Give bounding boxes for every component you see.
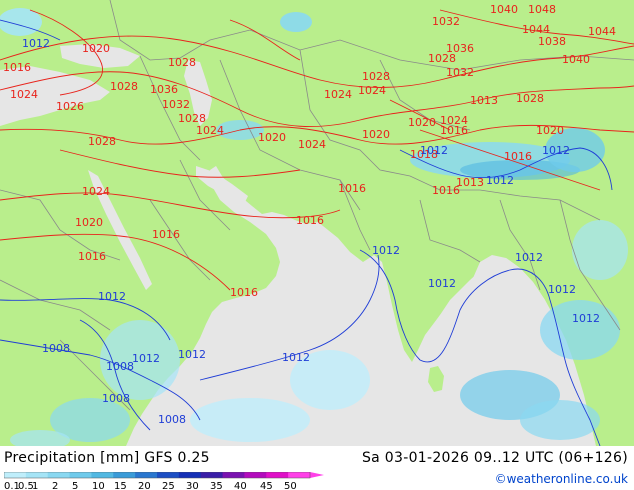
- isobar-label: 1028: [516, 92, 544, 105]
- isobar-label: 1008: [42, 342, 70, 355]
- colorbar-swatch: [266, 472, 289, 478]
- colorbar-tick-label: 10: [92, 481, 105, 490]
- isobar-label: 1040: [490, 3, 518, 16]
- isobar-label: 1044: [588, 25, 616, 38]
- product-title: Precipitation [mm] GFS 0.25: [4, 450, 210, 466]
- isobar-label: 1013: [456, 176, 484, 189]
- isobar-label: 1020: [75, 216, 103, 229]
- isobar-label: 1013: [470, 94, 498, 107]
- isobar-label: 1032: [432, 15, 460, 28]
- colorbar-tick-label: 35: [210, 481, 223, 490]
- isobar-label: 1028: [362, 70, 390, 83]
- isobar-label: 1016: [78, 250, 106, 263]
- isobar-label: 1008: [102, 392, 130, 405]
- colorbar-swatch: [244, 472, 267, 478]
- colorbar-swatch: [25, 472, 49, 478]
- isobar-label: 1028: [168, 56, 196, 69]
- isobar-label: 1020: [362, 128, 390, 141]
- colorbar-swatch: [222, 472, 245, 478]
- colorbar-swatch: [178, 472, 202, 478]
- weather-map: 1012 1020 1016 1028 1028 1036 1024 1026 …: [0, 0, 634, 446]
- isobar-label: 1024: [324, 88, 352, 101]
- colorbar-swatch: [47, 472, 71, 478]
- isobar-label: 1032: [162, 98, 190, 111]
- isobar-label: 1016: [504, 150, 532, 163]
- isobar-label: 1016: [230, 286, 258, 299]
- isobar-label: 1012: [98, 290, 126, 303]
- colorbar-tick-label: 2: [52, 481, 58, 490]
- isobar-label: 1024: [82, 185, 110, 198]
- colorbar-swatches: [4, 472, 324, 479]
- colorbar-tick-label: 50: [284, 481, 297, 490]
- colorbar-swatch: [200, 472, 224, 478]
- isobar-label: 1008: [158, 413, 186, 426]
- isobar-label: 1016: [152, 228, 180, 241]
- colorbar-tick-label: 30: [186, 481, 199, 490]
- isobar-label: 1036: [150, 83, 178, 96]
- colorbar-swatch: [113, 472, 136, 478]
- isobar-label: 1012: [178, 348, 206, 361]
- isobar-label: 1012: [132, 352, 160, 365]
- colorbar-tick-label: 15: [114, 481, 127, 490]
- isobar-label: 1020: [258, 131, 286, 144]
- colorbar-tick-label: 1: [32, 481, 38, 490]
- map-footer: Precipitation [mm] GFS 0.25 Sa 03-01-202…: [0, 446, 634, 490]
- colorbar-swatch: [288, 472, 311, 478]
- colorbar-swatch: [69, 472, 92, 478]
- isobar-label: 1016: [440, 124, 468, 137]
- isobar-label: 1012: [542, 144, 570, 157]
- isobar-label: 1024: [10, 88, 38, 101]
- precipitation-colorbar: 0.10.51 2 5 10 15 20 25 30 35 40 45 50: [4, 472, 324, 490]
- isobar-label: 1048: [528, 3, 556, 16]
- credit-link[interactable]: ©weatheronline.co.uk: [495, 472, 628, 486]
- isobar-label: 1032: [446, 66, 474, 79]
- isobar-label: 1012: [22, 37, 50, 50]
- isobar-label: 1012: [548, 283, 576, 296]
- colorbar-swatch: [91, 472, 114, 478]
- isobar-label: 1012: [282, 351, 310, 364]
- isobar-label: 1016: [338, 182, 366, 195]
- isobar-label: 1020: [408, 116, 436, 129]
- isobar-label: 1016: [3, 61, 31, 74]
- isobar-label: 1012: [572, 312, 600, 325]
- isobar-label: 1020: [536, 124, 564, 137]
- colorbar-swatch: [4, 472, 27, 478]
- isobar-label: 1028: [428, 52, 456, 65]
- isobar-label: 1012: [515, 251, 543, 264]
- isobar-label: 1038: [538, 35, 566, 48]
- colorbar-labels: 0.10.51 2 5 10 15 20 25 30 35 40 45 50: [4, 481, 297, 490]
- isobar-label: 1012: [372, 244, 400, 257]
- isobar-label: 1012: [428, 277, 456, 290]
- isobar-label: 1024: [196, 124, 224, 137]
- colorbar-swatch: [157, 472, 180, 478]
- colorbar-tick-label: 25: [162, 481, 175, 490]
- valid-time: Sa 03-01-2026 09..12 UTC (06+126): [361, 450, 628, 466]
- isobar-label: 1012: [420, 144, 448, 157]
- isobar-label: 1016: [296, 214, 324, 227]
- colorbar-tick-label: 45: [260, 481, 273, 490]
- isobar-label: 1012: [486, 174, 514, 187]
- colorbar-swatch: [135, 472, 158, 478]
- isobar-label: 1008: [106, 360, 134, 373]
- isobar-label: 1026: [56, 100, 84, 113]
- colorbar-overflow-arrow: [310, 472, 324, 478]
- isobar-label: 1028: [88, 135, 116, 148]
- isobar-label: 1028: [110, 80, 138, 93]
- colorbar-tick-label: 40: [234, 481, 247, 490]
- colorbar-tick-label: 20: [138, 481, 151, 490]
- isobar-label: 1024: [358, 84, 386, 97]
- colorbar-tick-label: 5: [72, 481, 78, 490]
- isobar-label: 1020: [82, 42, 110, 55]
- isobar-label: 1040: [562, 53, 590, 66]
- isobar-label: 1024: [298, 138, 326, 151]
- map-canvas: 1012 1020 1016 1028 1028 1036 1024 1026 …: [0, 0, 634, 446]
